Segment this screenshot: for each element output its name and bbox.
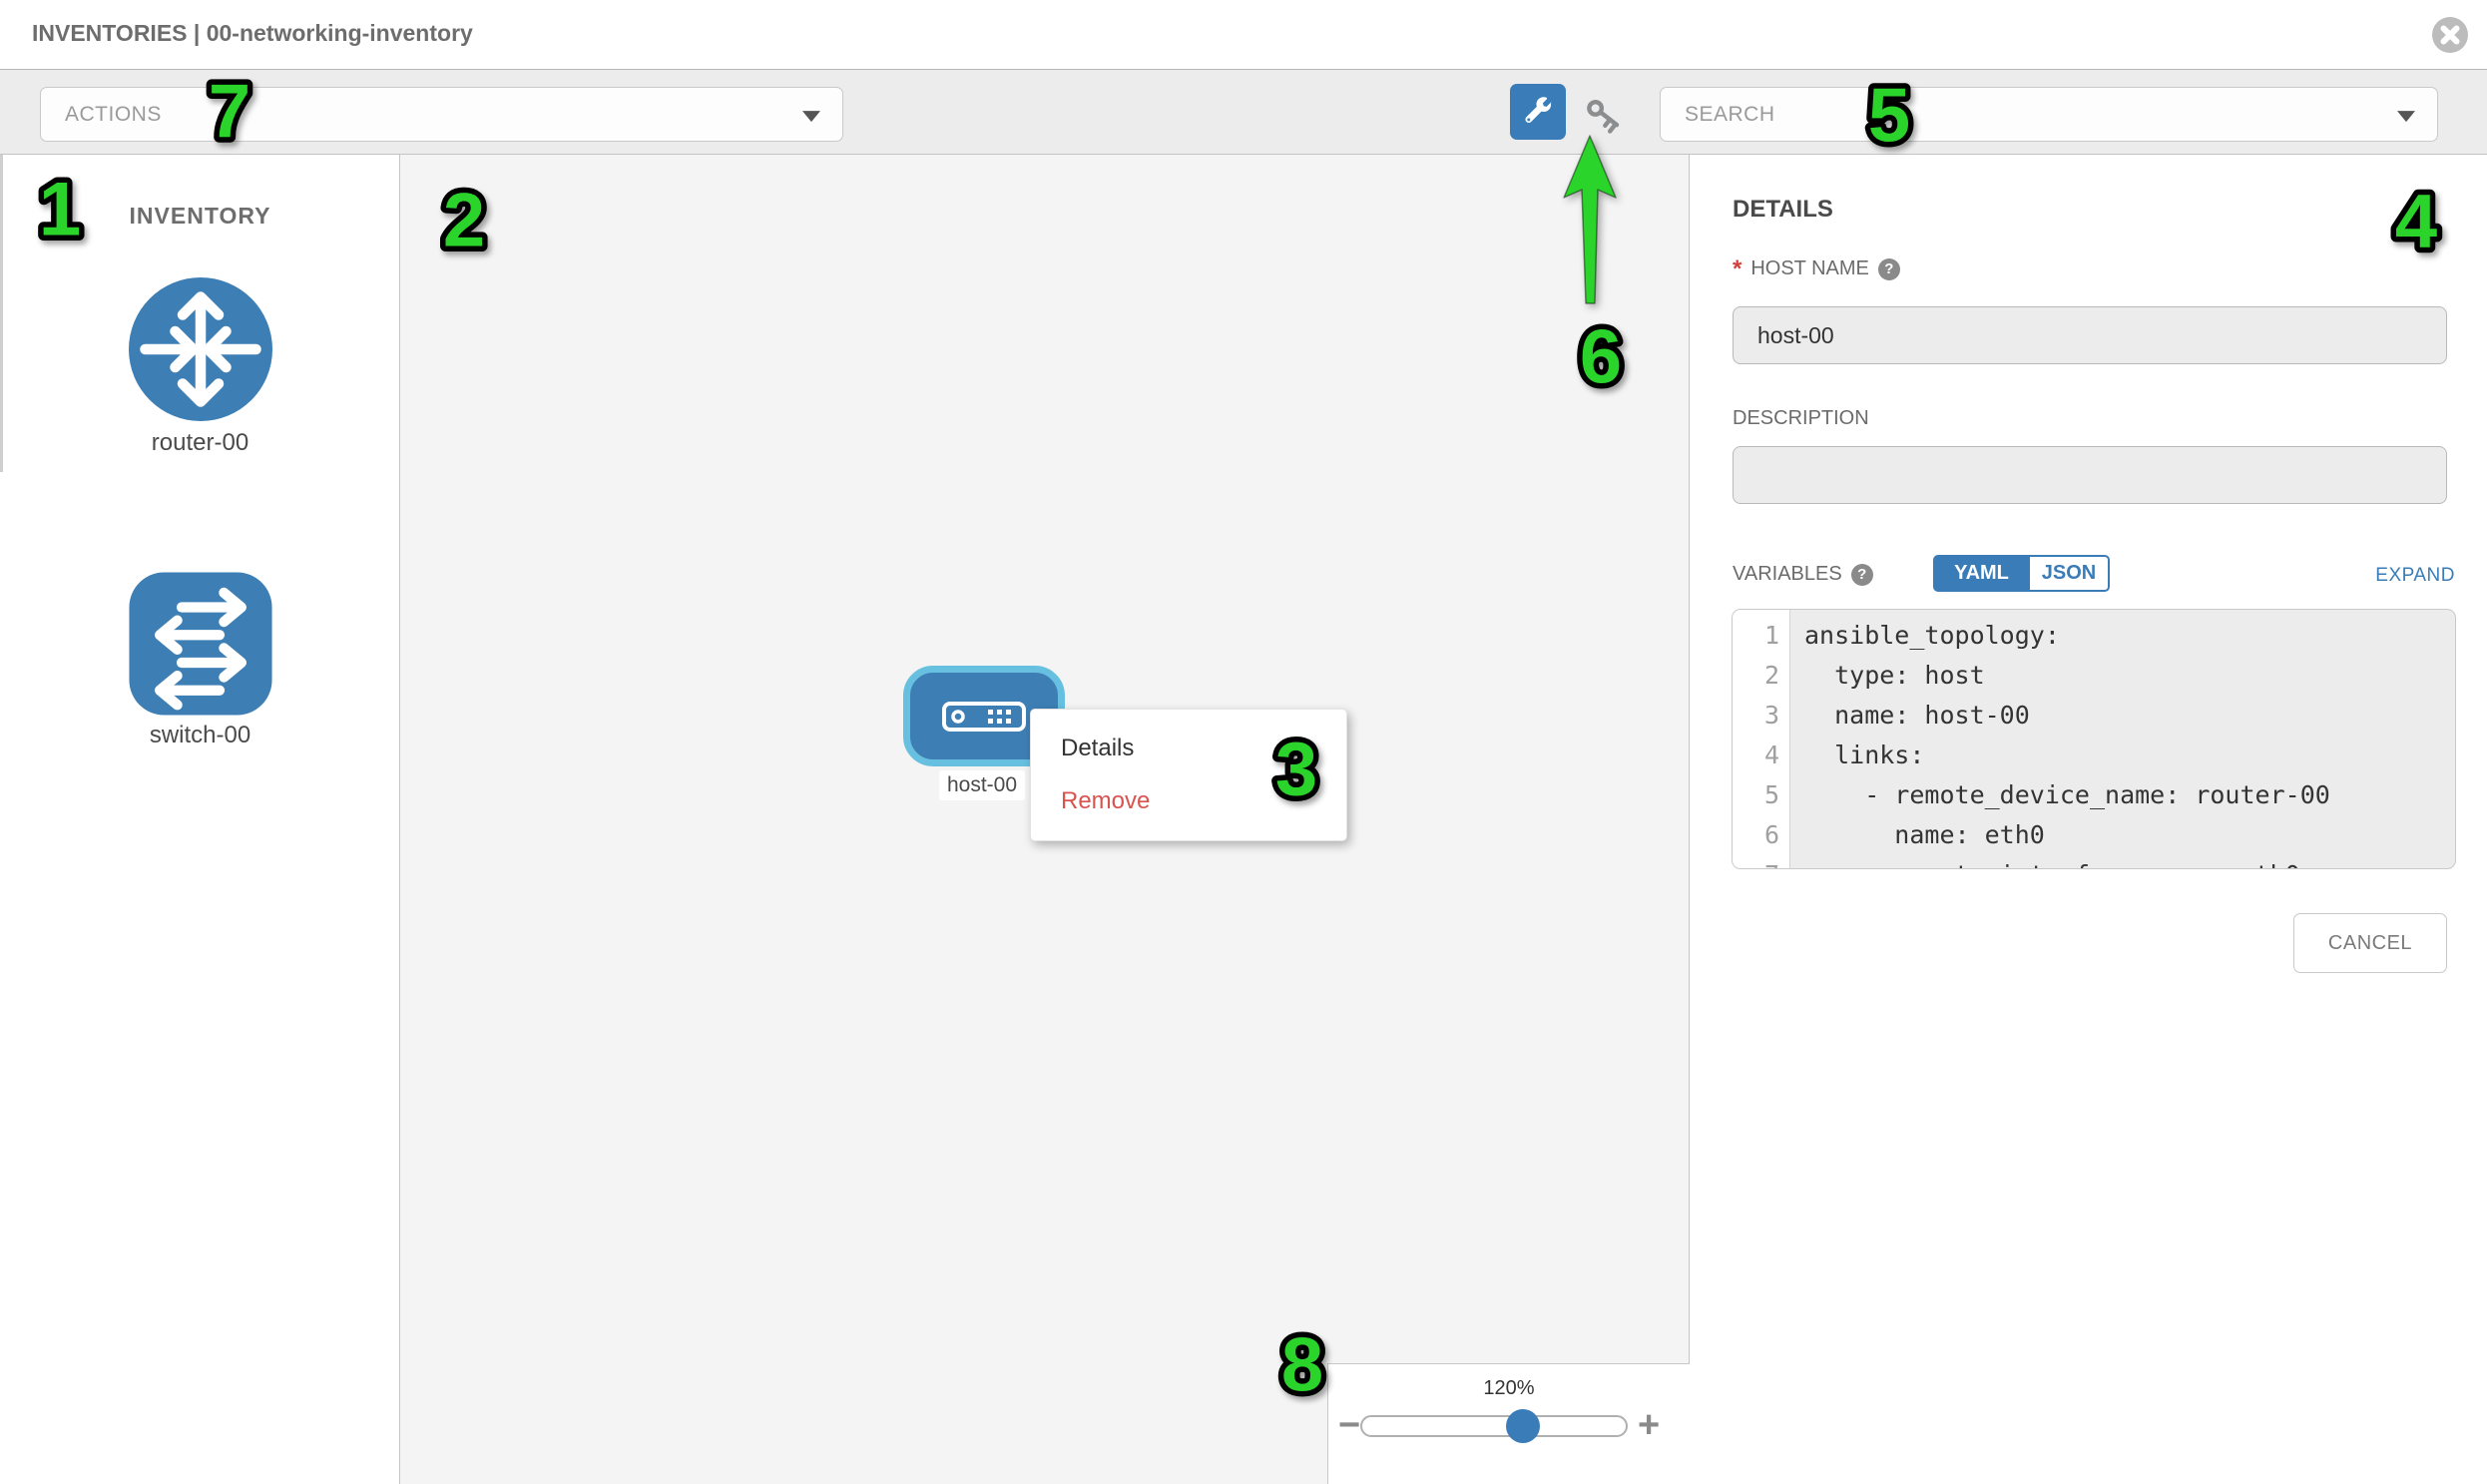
hostname-label-row: * HOST NAME ? <box>1733 257 1900 280</box>
switch-label: switch-00 <box>0 722 400 749</box>
zoom-slider-handle[interactable] <box>1506 1409 1540 1443</box>
description-input[interactable] <box>1733 446 2447 504</box>
variables-gutter-pre: 1 2 3 4 5 6 7 <box>1733 610 1789 869</box>
variables-label: VARIABLES <box>1733 563 1842 586</box>
hostname-label: HOST NAME <box>1750 257 1869 280</box>
yaml-toggle-button[interactable]: YAML <box>1933 555 2030 592</box>
actions-dropdown[interactable]: ACTIONS <box>40 87 843 142</box>
editor-code-area[interactable]: ansible_topology: type: host name: host-… <box>1790 610 2455 868</box>
search-dropdown[interactable]: SEARCH <box>1660 87 2438 142</box>
key-legend-button[interactable] <box>1581 92 1627 138</box>
variables-label-row: VARIABLES ? <box>1733 563 1873 586</box>
help-icon[interactable]: ? <box>1878 258 1900 280</box>
json-toggle-button[interactable]: JSON <box>2030 555 2110 592</box>
description-label-row: DESCRIPTION <box>1733 407 1869 430</box>
variables-code-pre: ansible_topology: type: host name: host-… <box>1790 610 2455 869</box>
sidebar-item-switch[interactable] <box>126 571 275 717</box>
menu-item-details[interactable]: Details <box>1031 722 1346 774</box>
key-icon <box>1582 93 1626 137</box>
switch-icon <box>126 571 275 717</box>
chevron-down-icon <box>802 111 820 122</box>
cancel-button[interactable]: CANCEL <box>2293 913 2447 973</box>
tools-button[interactable] <box>1510 84 1566 140</box>
sidebar-item-router[interactable] <box>126 274 275 424</box>
close-button[interactable] <box>2431 16 2469 54</box>
zoom-out-button[interactable]: − <box>1338 1404 1360 1447</box>
host-node-label: host-00 <box>939 770 1025 800</box>
required-asterisk: * <box>1733 259 1741 279</box>
wrench-icon <box>1522 96 1554 128</box>
host-icon <box>942 702 1026 732</box>
zoom-control: 120% − + <box>1327 1363 1690 1484</box>
editor-gutter: 1 2 3 4 5 6 7 <box>1733 610 1790 868</box>
inventory-heading: INVENTORY <box>0 203 400 230</box>
zoom-level-label: 120% <box>1328 1377 1690 1400</box>
variables-editor[interactable]: 1 2 3 4 5 6 7 ansible_topology: type: ho… <box>1732 609 2456 869</box>
app: { "header": { "title": "INVENTORIES | 00… <box>0 0 2487 1484</box>
menu-item-remove[interactable]: Remove <box>1031 774 1346 827</box>
close-icon <box>2431 16 2469 54</box>
details-heading: DETAILS <box>1733 196 1833 224</box>
node-context-menu: Details Remove <box>1030 709 1347 841</box>
page-title: INVENTORIES | 00-networking-inventory <box>32 20 473 47</box>
hostname-input[interactable]: host-00 <box>1733 306 2447 364</box>
toolbar: ACTIONS SEARCH <box>0 69 2487 155</box>
app-header: INVENTORIES | 00-networking-inventory <box>0 0 2487 69</box>
expand-link[interactable]: EXPAND <box>2355 565 2455 587</box>
router-icon <box>126 274 275 424</box>
help-icon[interactable]: ? <box>1851 564 1873 586</box>
actions-dropdown-label: ACTIONS <box>65 103 162 127</box>
router-label: router-00 <box>0 429 400 457</box>
variables-format-toggle: YAML JSON <box>1933 555 2110 592</box>
search-dropdown-label: SEARCH <box>1685 103 1775 127</box>
chevron-down-icon <box>2397 111 2415 122</box>
zoom-slider-track[interactable] <box>1360 1415 1628 1437</box>
description-label: DESCRIPTION <box>1733 407 1869 430</box>
zoom-in-button[interactable]: + <box>1638 1404 1660 1447</box>
